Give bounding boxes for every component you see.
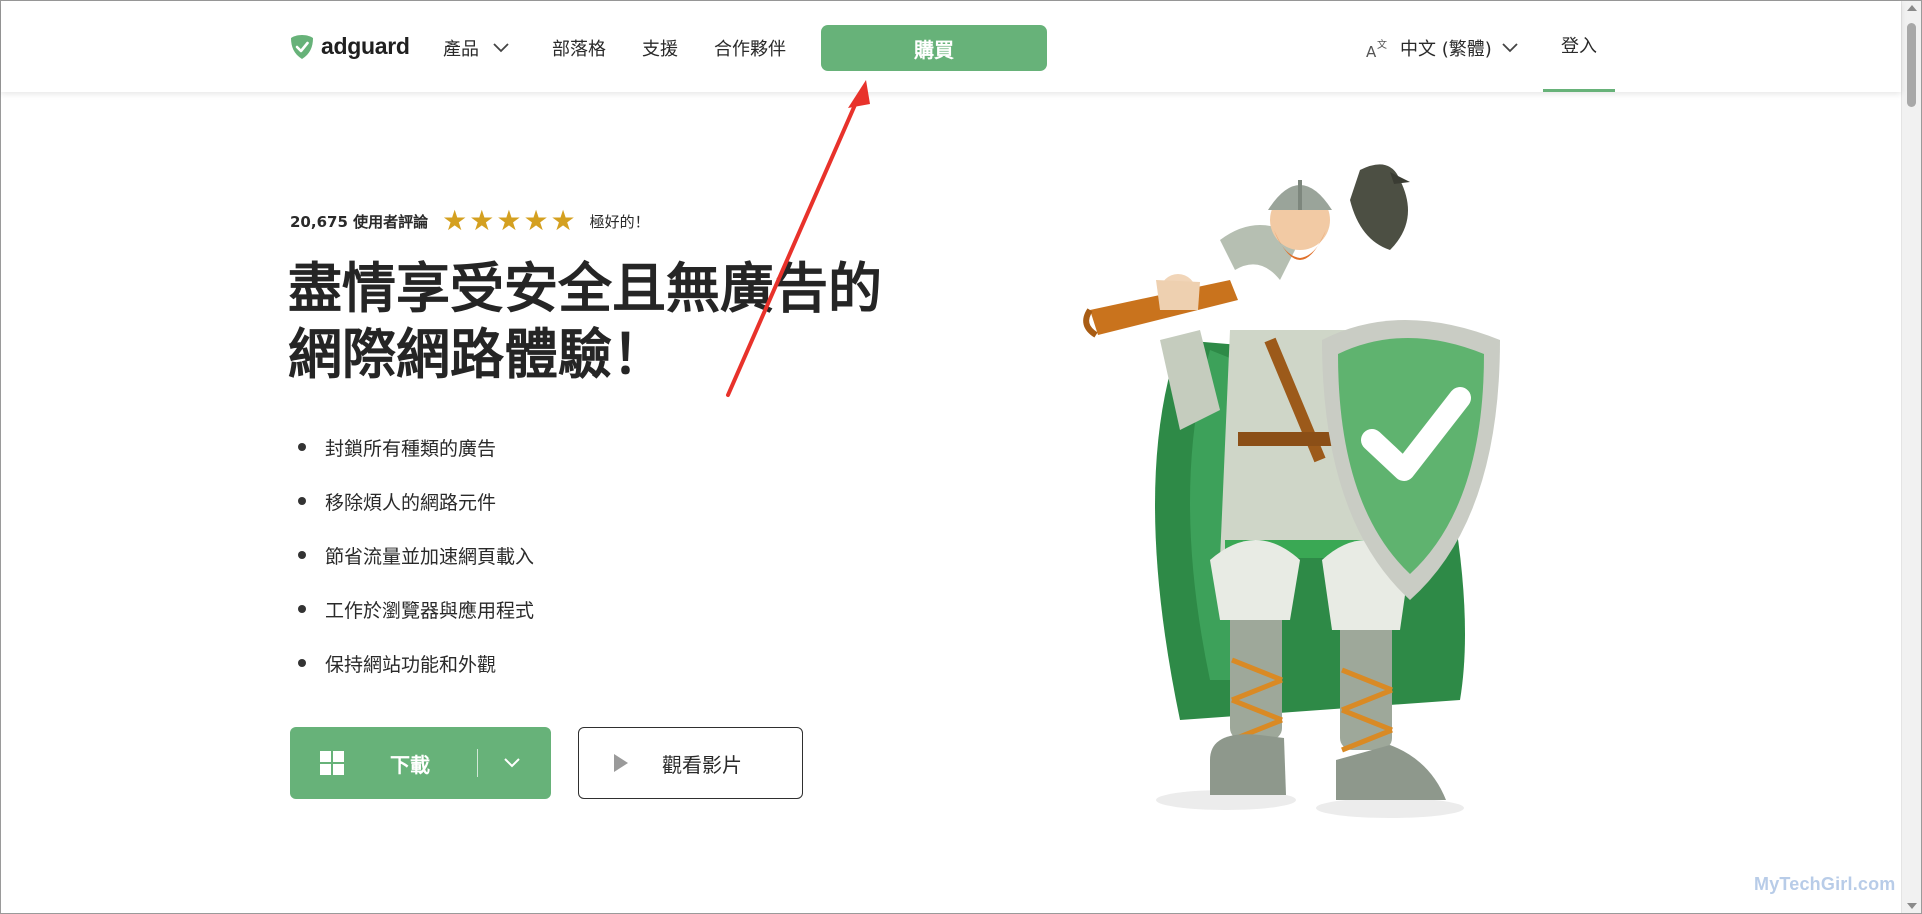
bullet-icon — [298, 605, 306, 613]
scroll-thumb[interactable] — [1907, 23, 1916, 107]
download-separator — [477, 749, 478, 777]
chevron-down-icon — [493, 43, 509, 53]
feature-list: 封鎖所有種類的廣告 移除煩人的網路元件 節省流量並加速網頁載入 工作於瀏覽器與應… — [298, 420, 534, 690]
rating-stars: ★ ★ ★ ★ ★ — [442, 207, 576, 235]
nav-products[interactable]: 產品 — [443, 35, 509, 61]
login-link[interactable]: 登入 — [1543, 1, 1615, 92]
feature-item: 節省流量並加速網頁載入 — [298, 528, 534, 582]
logo-wordmark: adguard — [321, 33, 410, 59]
bullet-icon — [298, 443, 306, 451]
bullet-icon — [298, 551, 306, 559]
star-icon: ★ — [442, 204, 468, 237]
nav-products-label: 產品 — [443, 39, 479, 60]
scroll-up-arrow[interactable] — [1907, 5, 1917, 11]
scroll-down-arrow[interactable] — [1907, 903, 1917, 909]
nav-support[interactable]: 支援 — [642, 35, 678, 61]
feature-text: 節省流量並加速網頁載入 — [325, 545, 535, 568]
download-label: 下載 — [390, 752, 430, 777]
watch-video-button[interactable]: 觀看影片 — [578, 727, 803, 799]
adguard-logo[interactable]: adguard — [291, 33, 410, 60]
rating-label: 極好的！ — [589, 212, 650, 231]
nav-partners[interactable]: 合作夥伴 — [714, 35, 786, 61]
nav-blog[interactable]: 部落格 — [552, 35, 606, 61]
rating-row: 20,675 使用者評論 ★ ★ ★ ★ ★ 極好的！ — [290, 207, 650, 235]
bullet-icon — [298, 497, 306, 505]
download-button[interactable]: 下載 — [290, 727, 551, 799]
nav-blog-label: 部落格 — [552, 39, 606, 60]
shield-logo-icon — [291, 34, 313, 59]
feature-item: 封鎖所有種類的廣告 — [298, 420, 534, 474]
nav-support-label: 支援 — [642, 39, 678, 60]
star-icon: ★ — [523, 204, 549, 237]
feature-text: 封鎖所有種類的廣告 — [325, 437, 497, 460]
star-icon: ★ — [550, 204, 576, 237]
hero-title-line-1: 盡情享受安全且無廣告的 — [288, 257, 882, 320]
bullet-icon — [298, 659, 306, 667]
star-icon: ★ — [496, 204, 522, 237]
feature-item: 移除煩人的網路元件 — [298, 474, 534, 528]
hero-title: 盡情享受安全且無廣告的 網際網路體驗！ — [288, 256, 928, 388]
feature-text: 移除煩人的網路元件 — [325, 491, 497, 514]
window-frame — [0, 0, 1922, 914]
nav-partners-label: 合作夥伴 — [714, 39, 786, 60]
play-icon — [614, 754, 628, 772]
chevron-down-icon[interactable] — [503, 751, 521, 773]
language-label: 中文 (繁體) — [1400, 39, 1492, 60]
feature-text: 保持網站功能和外觀 — [325, 653, 497, 676]
feature-item: 工作於瀏覽器與應用程式 — [298, 582, 534, 636]
chevron-down-icon — [1502, 43, 1518, 53]
star-icon: ★ — [469, 204, 495, 237]
language-selector[interactable]: A 文 中文 (繁體) — [1366, 35, 1518, 61]
watermark: MyTechGirl.com — [1754, 874, 1896, 894]
vertical-scrollbar[interactable] — [1901, 1, 1921, 913]
windows-icon — [320, 751, 344, 775]
feature-text: 工作於瀏覽器與應用程式 — [325, 599, 535, 622]
buy-button[interactable]: 購買 — [821, 25, 1047, 71]
feature-item: 保持網站功能和外觀 — [298, 636, 534, 690]
translate-icon: A 文 — [1366, 38, 1387, 59]
svg-text:文: 文 — [1377, 38, 1387, 51]
viking-mascot-illustration — [1083, 164, 1500, 818]
rating-count: 20,675 使用者評論 — [290, 212, 429, 231]
site-header: adguard 產品 部落格 支援 合作夥伴 購買 A 文 中文 (繁體) 登入 — [1, 1, 1901, 92]
hero-title-line-2: 網際網路體驗！ — [288, 323, 666, 386]
svg-text:A: A — [1366, 43, 1377, 59]
video-label: 觀看影片 — [662, 752, 742, 777]
